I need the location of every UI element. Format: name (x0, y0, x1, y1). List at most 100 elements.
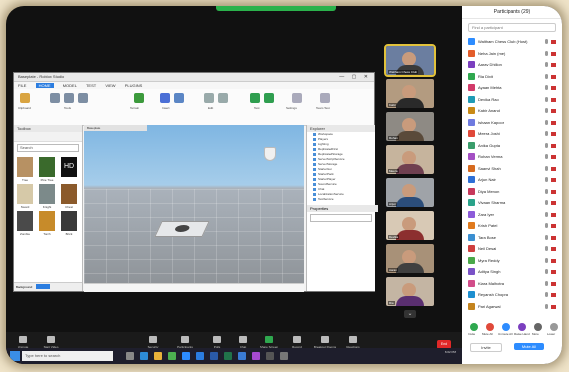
game-settings-icon[interactable] (292, 93, 302, 103)
camera-off-icon[interactable] (551, 63, 556, 67)
camera-off-icon[interactable] (551, 304, 556, 309)
toolbox-item[interactable]: Torch (39, 211, 55, 236)
participant-row[interactable]: Meera Joshi (468, 128, 562, 140)
store-icon[interactable] (266, 352, 274, 360)
microphone-icon[interactable] (545, 303, 548, 309)
menu-model[interactable]: MODEL (63, 83, 77, 88)
properties-filter-input[interactable] (310, 214, 372, 222)
spawn-location[interactable] (154, 221, 210, 237)
participant-row[interactable]: Neha Jain (me) (468, 48, 562, 60)
video-tile[interactable]: Aarav (386, 244, 434, 273)
camera-off-icon[interactable] (551, 109, 556, 113)
taskbar-search-input[interactable]: Type here to search (22, 351, 113, 361)
participant-row[interactable]: Aditya Singh (468, 266, 562, 278)
microphone-icon[interactable] (545, 257, 548, 263)
camera-off-icon[interactable] (551, 201, 556, 205)
toolbox-item[interactable]: Tree (17, 157, 33, 182)
task-view-icon[interactable] (126, 352, 134, 360)
participant-row[interactable]: Krish Patel (468, 220, 562, 232)
group-icon[interactable] (204, 93, 214, 103)
paste-icon[interactable] (20, 93, 30, 103)
toolbox-search-input[interactable]: Search (17, 144, 79, 152)
microphone-icon[interactable] (545, 177, 548, 182)
menu-view[interactable]: VIEW (105, 83, 115, 88)
toolbox-item[interactable]: Chest (61, 184, 77, 209)
camera-off-icon[interactable] (551, 120, 556, 125)
camera-off-icon[interactable] (551, 178, 556, 182)
video-tile[interactable]: Kabir (386, 79, 434, 108)
run-icon[interactable] (264, 93, 274, 103)
camera-off-icon[interactable] (551, 235, 556, 240)
roblox-studio-icon[interactable] (196, 352, 204, 360)
microphone-icon[interactable] (545, 246, 548, 251)
participant-row[interactable]: Ayaan Mehta (468, 82, 562, 94)
microphone-icon[interactable] (545, 200, 548, 205)
microphone-icon[interactable] (545, 85, 548, 90)
microphone-icon[interactable] (545, 269, 548, 274)
invite-button[interactable]: Invite (470, 343, 502, 352)
microphone-icon[interactable] (545, 142, 548, 148)
camera-off-icon[interactable] (551, 166, 556, 171)
participant-row[interactable]: Diya Menon (468, 186, 562, 198)
camera-off-icon[interactable] (551, 86, 556, 90)
camera-off-icon[interactable] (551, 51, 556, 56)
microphone-icon[interactable] (545, 50, 548, 56)
chevron-down-icon[interactable]: ⌄ (404, 310, 416, 318)
microphone-icon[interactable] (545, 292, 548, 297)
participant-row[interactable]: Reyansh Chopra (468, 289, 562, 301)
camera-off-icon[interactable] (551, 74, 556, 79)
participant-row[interactable]: Kiara Malhotra (468, 278, 562, 290)
zoom-icon[interactable] (182, 352, 190, 360)
camera-off-icon[interactable] (551, 155, 556, 159)
video-tile[interactable]: Meera (386, 145, 434, 174)
windows-start-icon[interactable] (10, 351, 20, 361)
scale-tool-icon[interactable] (78, 93, 88, 103)
participant-row[interactable]: Tara Bose (468, 232, 562, 244)
microphone-icon[interactable] (545, 234, 548, 240)
video-tile[interactable]: Waltham Chess Club (384, 44, 436, 77)
select-tool-icon[interactable] (50, 93, 60, 103)
participant-row[interactable]: Vivaan Sharma (468, 197, 562, 209)
camera-off-icon[interactable] (551, 293, 556, 297)
viewport-tab[interactable]: Baseplate (84, 125, 147, 131)
toolbox-item[interactable]: Brick (61, 211, 77, 236)
unmute-all-icon[interactable] (502, 323, 510, 331)
participant-row[interactable]: Zara Iyer (468, 209, 562, 221)
participant-row[interactable]: Neil Desai (468, 243, 562, 255)
microphone-icon[interactable] (545, 108, 548, 113)
microphone-icon[interactable] (545, 73, 548, 79)
participant-row[interactable]: Kabir Anand (468, 105, 562, 117)
background-color-dropdown[interactable] (36, 284, 50, 289)
microphone-icon[interactable] (545, 39, 548, 44)
participant-row[interactable]: Rohan Verma (468, 151, 562, 163)
photos-icon[interactable] (252, 352, 260, 360)
participant-row[interactable]: Waltham Chess Club (Host) (468, 36, 562, 48)
excel-icon[interactable] (224, 352, 232, 360)
terrain-editor-icon[interactable] (134, 93, 144, 103)
participant-row[interactable]: Anika Gupta (468, 140, 562, 152)
participant-row[interactable]: Ria Dixit (468, 71, 562, 83)
menu-home[interactable]: HOME (35, 83, 54, 88)
window-controls[interactable]: — ▢ ✕ (339, 73, 371, 81)
camera-off-icon[interactable] (551, 224, 556, 228)
mute-all-button[interactable]: Mute All (514, 343, 544, 350)
3d-viewport[interactable]: Baseplate (84, 125, 304, 283)
participant-row[interactable]: Aarav Dhillon (468, 59, 562, 71)
participant-row[interactable]: Saanvi Shah (468, 163, 562, 175)
raise-hand-icon[interactable] (518, 323, 526, 331)
microphone-icon[interactable] (545, 211, 548, 217)
participant-row[interactable]: Arjun Nair (468, 174, 562, 186)
part-icon[interactable] (160, 93, 170, 103)
settings-icon[interactable] (280, 352, 288, 360)
microphone-icon[interactable] (545, 131, 548, 136)
move-tool-icon[interactable] (64, 93, 74, 103)
menu-plugins[interactable]: PLUGINS (125, 83, 143, 88)
microphone-icon[interactable] (545, 62, 548, 67)
participant-row[interactable]: Myra Reddy (468, 255, 562, 267)
camera-off-icon[interactable] (551, 97, 556, 102)
mute-all-icon[interactable] (486, 323, 494, 331)
video-tile[interactable]: Arjun (386, 178, 434, 207)
camera-off-icon[interactable] (551, 189, 556, 194)
toolbox-item[interactable]: HDHD Admin (61, 157, 77, 190)
toolbox-item[interactable]: Sword (17, 184, 33, 209)
